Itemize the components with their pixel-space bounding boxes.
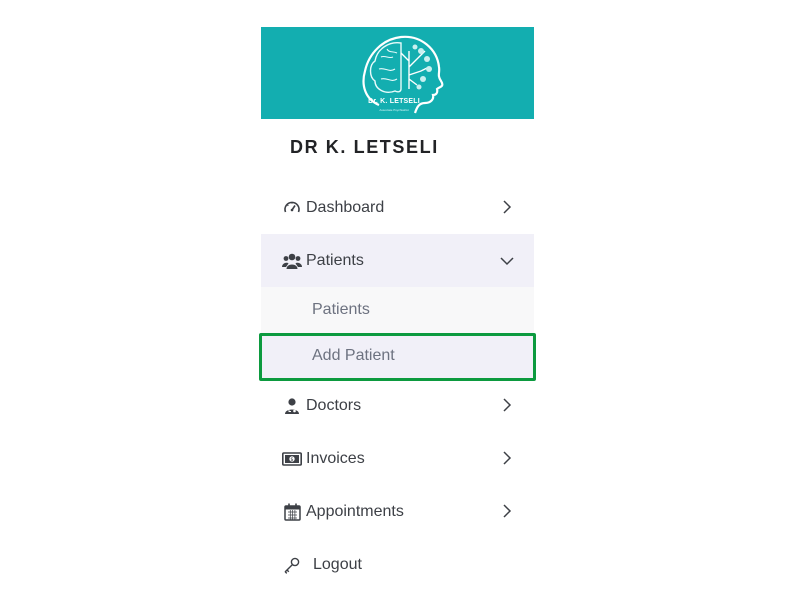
logo-banner[interactable]: Dr. K. LETSELI Associate Psychiatrist bbox=[261, 27, 534, 119]
doctor-icon bbox=[282, 396, 302, 416]
sidebar-item-dashboard[interactable]: Dashboard bbox=[261, 181, 534, 234]
brain-head-logo-icon bbox=[362, 35, 444, 114]
calendar-icon bbox=[282, 502, 302, 522]
chevron-right-icon bbox=[500, 396, 514, 414]
submenu-item-label: Add Patient bbox=[312, 347, 395, 364]
key-icon bbox=[282, 555, 302, 575]
logo-text: Dr. K. LETSELI bbox=[368, 98, 420, 105]
sidebar-item-label: Dashboard bbox=[306, 198, 385, 216]
brand-title: DR K. LETSELI bbox=[290, 137, 439, 157]
sidebar-item-label: Logout bbox=[313, 555, 362, 573]
sidebar-item-patients[interactable]: Patients bbox=[261, 234, 534, 287]
sidebar-item-label: Invoices bbox=[306, 449, 365, 467]
chevron-right-icon bbox=[500, 449, 514, 467]
patients-submenu: Patients Add Patient bbox=[259, 287, 536, 381]
logo-subtext: Associate Psychiatrist bbox=[379, 108, 409, 112]
chevron-right-icon bbox=[500, 502, 514, 520]
submenu-item-add-patient[interactable]: Add Patient bbox=[259, 333, 536, 381]
highlight-box bbox=[259, 333, 536, 381]
svg-text:$: $ bbox=[290, 457, 293, 463]
money-bill-icon: $ bbox=[282, 449, 302, 469]
sidebar-item-doctors[interactable]: Doctors bbox=[261, 379, 534, 432]
sidebar-item-label: Patients bbox=[306, 251, 364, 269]
chevron-down-icon bbox=[500, 251, 514, 269]
gauge-icon bbox=[282, 198, 302, 218]
sidebar: Dr. K. LETSELI Associate Psychiatrist DR… bbox=[259, 27, 536, 574]
submenu-item-label: Patients bbox=[312, 301, 370, 318]
sidebar-item-label: Appointments bbox=[306, 502, 404, 520]
sidebar-menu: Dashboard Patients Patients Add Patient … bbox=[259, 181, 536, 591]
chevron-right-icon bbox=[500, 198, 514, 216]
sidebar-item-logout[interactable]: Logout bbox=[261, 538, 534, 591]
users-icon bbox=[282, 251, 302, 271]
sidebar-item-invoices[interactable]: $ Invoices bbox=[261, 432, 534, 485]
sidebar-item-label: Doctors bbox=[306, 396, 362, 414]
sidebar-item-appointments[interactable]: Appointments bbox=[261, 485, 534, 538]
submenu-item-patients[interactable]: Patients bbox=[261, 287, 534, 333]
